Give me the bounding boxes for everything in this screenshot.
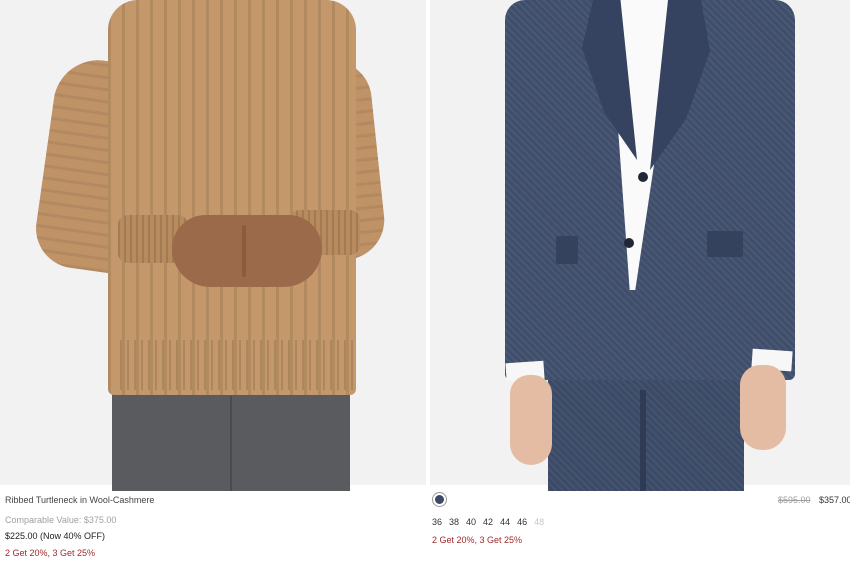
comparable-value: Comparable Value: $375.00 <box>5 515 117 525</box>
size-option[interactable]: 38 <box>449 516 459 528</box>
current-price: $357.00 <box>819 495 850 505</box>
sale-price: $225.00 (Now 40% OFF) <box>5 531 106 541</box>
size-option[interactable]: 36 <box>432 516 442 528</box>
swatch-color-dot <box>435 495 444 504</box>
promo-text: 2 Get 20%, 3 Get 25% <box>432 535 523 545</box>
size-option-unavailable[interactable]: 48 <box>534 516 544 528</box>
size-option[interactable]: 40 <box>466 516 476 528</box>
size-option[interactable]: 42 <box>483 516 493 528</box>
size-option[interactable]: 44 <box>500 516 510 528</box>
hand-left-graphic <box>510 375 552 465</box>
promo-text: 2 Get 20%, 3 Get 25% <box>5 548 96 558</box>
jacket-button <box>638 172 648 182</box>
size-list: 36 38 40 42 44 46 48 <box>432 516 551 528</box>
hands-graphic <box>172 215 322 287</box>
pocket-left <box>556 236 578 264</box>
size-option[interactable]: 46 <box>517 516 527 528</box>
color-swatch-navy[interactable] <box>432 492 447 507</box>
sweater-graphic <box>108 0 356 395</box>
product-name[interactable]: Ribbed Turtleneck in Wool-Cashmere <box>5 494 154 506</box>
original-price: $595.00 <box>778 495 811 505</box>
pocket-right <box>707 231 743 257</box>
jacket-button <box>624 238 634 248</box>
hand-right-graphic <box>740 365 786 450</box>
sweater-hem <box>120 340 356 390</box>
